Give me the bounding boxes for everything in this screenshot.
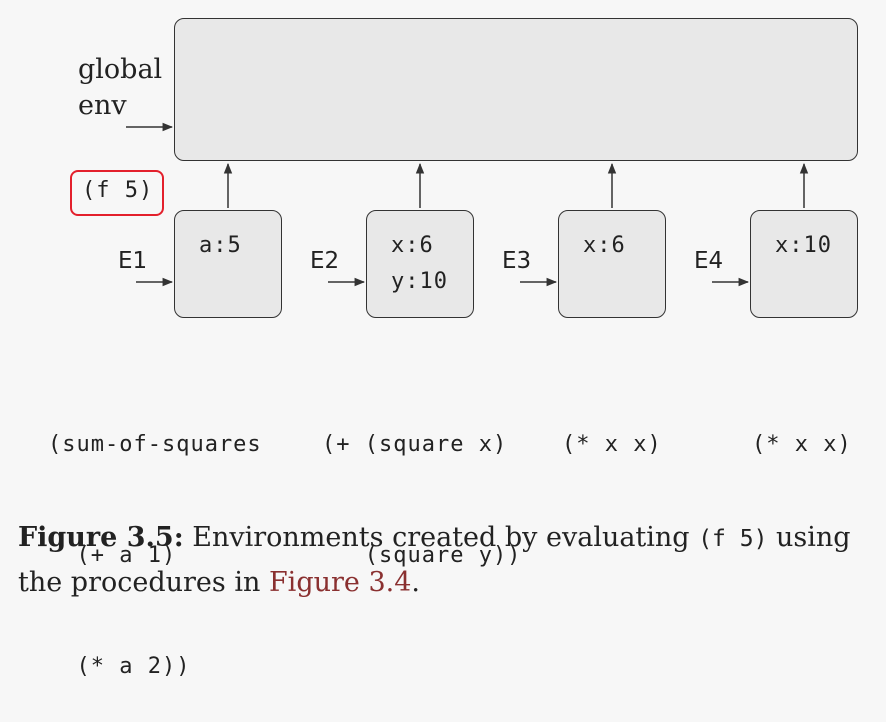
code-line: (* x x) bbox=[752, 432, 852, 457]
code-line: (* a 2)) bbox=[48, 654, 191, 679]
binding-e3-x: x:6 bbox=[583, 233, 626, 258]
frame-e1: a:5 bbox=[174, 210, 282, 318]
figure-caption: Figure 3.5: Environments created by eval… bbox=[18, 516, 878, 605]
code-line: (sum-of-squares bbox=[48, 432, 262, 457]
binding-e2-x: x:6 bbox=[391, 233, 434, 258]
caption-inline-code: (f 5) bbox=[698, 526, 768, 552]
binding-e1-a: a:5 bbox=[199, 233, 242, 258]
env-label-e1: E1 bbox=[118, 248, 148, 274]
frame-e4: x:10 bbox=[750, 210, 858, 318]
binding-e4-x: x:10 bbox=[775, 233, 832, 258]
binding-e2-y: y:10 bbox=[391, 269, 448, 294]
figure-reference-link[interactable]: Figure 3.4 bbox=[269, 567, 411, 598]
env-label-e3: E3 bbox=[502, 248, 532, 274]
call-expression-highlight: (f 5) bbox=[70, 170, 164, 216]
code-line: (+ (square x) bbox=[322, 432, 508, 457]
code-body-e3: (* x x) bbox=[562, 352, 662, 500]
caption-text: Environments created by evaluating bbox=[183, 522, 699, 553]
code-body-e4: (* x x) bbox=[752, 352, 852, 500]
code-line: (* x x) bbox=[562, 432, 662, 457]
env-label-e2: E2 bbox=[310, 248, 340, 274]
figure-number: Figure 3.5: bbox=[18, 522, 184, 553]
env-label-e4: E4 bbox=[694, 248, 724, 274]
caption-end: . bbox=[411, 567, 420, 598]
frame-e3: x:6 bbox=[558, 210, 666, 318]
call-expression-text: (f 5) bbox=[82, 178, 154, 203]
frame-e2: x:6 y:10 bbox=[366, 210, 474, 318]
